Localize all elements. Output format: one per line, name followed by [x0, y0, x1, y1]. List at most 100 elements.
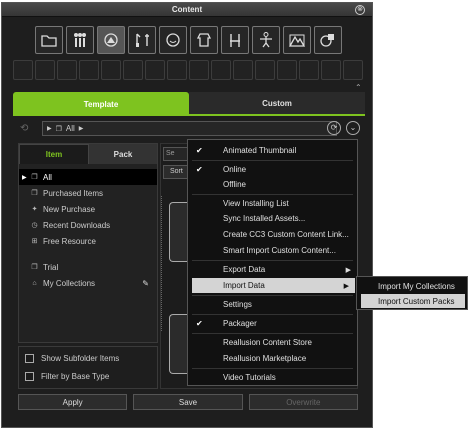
chair-icon[interactable]	[221, 26, 249, 54]
menu-item-label: Sync Installed Assets...	[223, 214, 306, 223]
category-toolbar	[35, 26, 342, 56]
subcategory-slot[interactable]	[13, 60, 33, 80]
subcategory-slot[interactable]	[57, 60, 77, 80]
expand-arrow-icon[interactable]: ▶	[22, 174, 27, 181]
pencil-icon[interactable]: ✎	[142, 279, 149, 288]
subcategory-slot[interactable]	[233, 60, 253, 80]
tree-item-purchased[interactable]: ❐ Purchased Items	[19, 185, 157, 201]
stack-icon: ❐	[31, 174, 38, 181]
tree-item-free-resource[interactable]: ⊞ Free Resource	[19, 233, 157, 249]
subcategory-slot[interactable]	[35, 60, 55, 80]
context-menu: ✔ Animated Thumbnail ✔ Online Offline Vi…	[187, 139, 358, 386]
menu-item-content-store[interactable]: Reallusion Content Store	[188, 335, 357, 350]
menu-item-export-data[interactable]: Export Data ▶	[188, 262, 357, 277]
show-subfolder-checkbox[interactable]	[25, 354, 34, 363]
menu-item-label: Import Data	[223, 281, 265, 290]
tree-item-label: Free Resource	[43, 236, 96, 246]
menu-item-create-cc3-link[interactable]: Create CC3 Custom Content Link...	[188, 227, 357, 242]
menu-item-online[interactable]: ✔ Online	[188, 162, 357, 177]
import-data-submenu: Import My Collections Import Custom Pack…	[356, 276, 468, 310]
menu-item-marketplace[interactable]: Reallusion Marketplace	[188, 351, 357, 366]
tree-item-my-collections[interactable]: ⌂ My Collections ✎	[19, 275, 157, 291]
menu-divider	[192, 260, 353, 261]
filter-base-type-checkbox[interactable]	[25, 372, 34, 381]
tab-item[interactable]: Item	[19, 144, 89, 164]
folder-icon[interactable]	[35, 26, 63, 54]
tab-custom[interactable]: Custom	[189, 92, 365, 116]
figure-group-icon[interactable]	[66, 26, 94, 54]
subcategory-slot[interactable]	[211, 60, 231, 80]
arrow-right-icon: ▶	[78, 126, 84, 132]
menu-item-label: Settings	[223, 300, 252, 309]
subcategory-slot[interactable]	[321, 60, 341, 80]
overwrite-button[interactable]: Overwrite	[248, 394, 358, 410]
subcategory-slot[interactable]	[145, 60, 165, 80]
show-subfolder-option[interactable]: Show Subfolder Items	[25, 354, 119, 363]
menu-item-packager[interactable]: ✔ Packager	[188, 316, 357, 331]
menu-divider	[192, 314, 353, 315]
menu-item-settings[interactable]: Settings	[188, 297, 357, 312]
subcategory-slot[interactable]	[255, 60, 275, 80]
save-button[interactable]: Save	[133, 394, 243, 410]
tree-item-trial[interactable]: ❐ Trial	[19, 259, 157, 275]
collapse-up-icon[interactable]: ⌃	[355, 83, 362, 92]
menu-item-animated-thumbnail[interactable]: ✔ Animated Thumbnail	[188, 143, 357, 158]
subcategory-slot[interactable]	[123, 60, 143, 80]
menu-item-offline[interactable]: Offline	[188, 177, 357, 192]
option-label: Show Subfolder Items	[41, 354, 120, 363]
menu-divider	[192, 333, 353, 334]
stack-icon: ❐	[31, 190, 38, 197]
submenu-item-import-custom-packs[interactable]: Import Custom Packs	[361, 294, 465, 308]
submenu-item-import-my-collections[interactable]: Import My Collections	[357, 279, 467, 293]
submenu-item-label: Import Custom Packs	[378, 296, 455, 306]
title-bar[interactable]: Content ⊗	[2, 3, 372, 17]
navigation-bar: ⟲ ▶ ❐ All ▶ ⟳ ⌄	[16, 121, 364, 137]
filter-options: Show Subfolder Items Filter by Base Type	[18, 346, 158, 389]
menu-item-sync-installed-assets[interactable]: Sync Installed Assets...	[188, 211, 357, 226]
subcategory-slot[interactable]	[343, 60, 363, 80]
tab-template[interactable]: Template	[13, 92, 189, 116]
paint-icon[interactable]	[128, 26, 156, 54]
shapes-icon[interactable]	[314, 26, 342, 54]
stack-icon: ❐	[55, 125, 62, 133]
panel-tabs: Item Pack	[19, 144, 157, 164]
subcategory-slot[interactable]	[101, 60, 121, 80]
head-icon[interactable]	[159, 26, 187, 54]
splitter-line	[161, 196, 162, 331]
stack-icon: ❐	[31, 264, 38, 271]
menu-item-smart-import[interactable]: Smart Import Custom Content...	[188, 243, 357, 258]
action-bar: Apply Save Overwrite	[18, 394, 358, 412]
menu-divider	[192, 160, 353, 161]
tree-item-label: New Purchase	[43, 204, 96, 214]
subcategory-slot[interactable]	[189, 60, 209, 80]
menu-item-import-data[interactable]: Import Data ▶	[192, 278, 355, 293]
refresh-icon[interactable]: ⟳	[327, 121, 341, 135]
back-icon[interactable]: ⟲	[20, 123, 28, 134]
apply-button[interactable]: Apply	[18, 394, 128, 410]
body-icon[interactable]	[190, 26, 218, 54]
tree-item-recent-downloads[interactable]: ◷ Recent Downloads	[19, 217, 157, 233]
menu-item-label: Offline	[223, 180, 246, 189]
close-icon[interactable]: ⊗	[355, 5, 365, 15]
path-breadcrumb[interactable]: ▶ ❐ All ▶	[42, 121, 337, 136]
filter-base-type-option[interactable]: Filter by Base Type	[25, 372, 109, 381]
menu-item-video-tutorials[interactable]: Video Tutorials	[188, 370, 357, 385]
menu-item-label: Animated Thumbnail	[223, 146, 297, 155]
subcategory-slot[interactable]	[167, 60, 187, 80]
tab-pack[interactable]: Pack	[89, 144, 157, 164]
terrain-icon[interactable]	[283, 26, 311, 54]
menu-dropdown-icon[interactable]: ⌄	[346, 121, 360, 135]
subcategory-slot[interactable]	[79, 60, 99, 80]
tree-item-all[interactable]: ▶ ❐ All	[19, 169, 157, 185]
clock-icon: ◷	[31, 222, 38, 229]
tree-item-new-purchase[interactable]: ✦ New Purchase	[19, 201, 157, 217]
menu-item-view-installing-list[interactable]: View Installing List	[188, 196, 357, 211]
skeleton-icon[interactable]	[252, 26, 280, 54]
arrow-right-icon: ▶	[47, 126, 52, 132]
shoe-icon[interactable]	[97, 26, 125, 54]
category-tree: ▶ ❐ All ❐ Purchased Items ✦ New Purchase…	[19, 164, 157, 291]
menu-item-label: Reallusion Marketplace	[223, 354, 307, 363]
submenu-arrow-icon: ▶	[345, 266, 351, 274]
subcategory-slot[interactable]	[277, 60, 297, 80]
subcategory-slot[interactable]	[299, 60, 319, 80]
